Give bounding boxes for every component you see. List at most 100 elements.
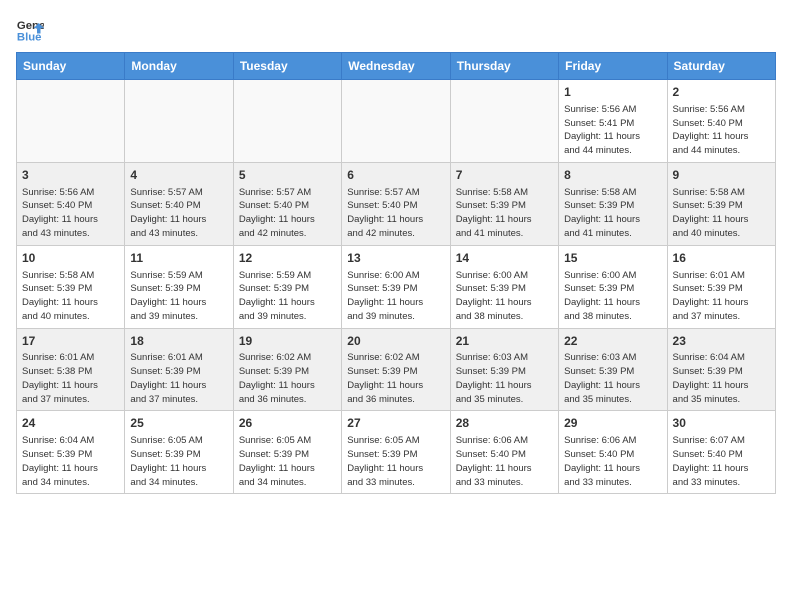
day-number: 7 <box>456 167 553 184</box>
calendar-cell: 19Sunrise: 6:02 AM Sunset: 5:39 PM Dayli… <box>233 328 341 411</box>
day-info: Sunrise: 6:07 AM Sunset: 5:40 PM Dayligh… <box>673 434 770 489</box>
calendar-cell: 20Sunrise: 6:02 AM Sunset: 5:39 PM Dayli… <box>342 328 450 411</box>
calendar-cell: 12 Sunrise: 5:59 AM Sunset: 5:39 PM Dayli… <box>233 245 341 328</box>
day-info: Sunrise: 5:58 AM Sunset: 5:39 PM Dayligh… <box>456 186 553 241</box>
calendar-cell: 25 Sunrise: 6:05 AM Sunset: 5:39 PM Dayli… <box>125 411 233 494</box>
day-info: Sunrise: 5:59 AM Sunset: 5:39 PM Dayligh… <box>239 269 336 324</box>
calendar-cell: 18Sunrise: 6:01 AM Sunset: 5:39 PM Dayli… <box>125 328 233 411</box>
day-number: 25 <box>130 415 227 432</box>
day-info: Sunrise: 6:05 AM Sunset: 5:39 PM Dayligh… <box>239 434 336 489</box>
day-number: 12 <box>239 250 336 267</box>
day-number: 19 <box>239 333 336 350</box>
logo-icon: General Blue <box>16 16 44 44</box>
day-number: 11 <box>130 250 227 267</box>
calendar-cell: 1Sunrise: 5:56 AM Sunset: 5:41 PM Daylig… <box>559 80 667 163</box>
day-number: 3 <box>22 167 119 184</box>
calendar-cell: 17Sunrise: 6:01 AM Sunset: 5:38 PM Dayli… <box>17 328 125 411</box>
calendar-row-5: 24 Sunrise: 6:04 AM Sunset: 5:39 PM Dayli… <box>17 411 776 494</box>
day-info: Sunrise: 5:59 AM Sunset: 5:39 PM Dayligh… <box>130 269 227 324</box>
day-info: Sunrise: 5:57 AM Sunset: 5:40 PM Dayligh… <box>130 186 227 241</box>
day-number: 20 <box>347 333 444 350</box>
day-number: 9 <box>673 167 770 184</box>
day-info: Sunrise: 5:57 AM Sunset: 5:40 PM Dayligh… <box>239 186 336 241</box>
calendar-cell: 13 Sunrise: 6:00 AM Sunset: 5:39 PM Dayli… <box>342 245 450 328</box>
day-number: 17 <box>22 333 119 350</box>
day-info: Sunrise: 6:05 AM Sunset: 5:39 PM Dayligh… <box>130 434 227 489</box>
day-info: Sunrise: 5:58 AM Sunset: 5:39 PM Dayligh… <box>564 186 661 241</box>
day-number: 30 <box>673 415 770 432</box>
calendar-cell: 16Sunrise: 6:01 AM Sunset: 5:39 PM Dayli… <box>667 245 775 328</box>
day-info: Sunrise: 6:05 AM Sunset: 5:39 PM Dayligh… <box>347 434 444 489</box>
calendar-cell: 7 Sunrise: 5:58 AM Sunset: 5:39 PM Daylig… <box>450 162 558 245</box>
calendar-cell <box>125 80 233 163</box>
day-number: 18 <box>130 333 227 350</box>
day-info: Sunrise: 5:58 AM Sunset: 5:39 PM Dayligh… <box>673 186 770 241</box>
calendar-cell: 29 Sunrise: 6:06 AM Sunset: 5:40 PM Dayli… <box>559 411 667 494</box>
calendar-cell: 28 Sunrise: 6:06 AM Sunset: 5:40 PM Dayli… <box>450 411 558 494</box>
weekday-header-friday: Friday <box>559 53 667 80</box>
weekday-header-tuesday: Tuesday <box>233 53 341 80</box>
day-number: 22 <box>564 333 661 350</box>
day-info: Sunrise: 6:01 AM Sunset: 5:38 PM Dayligh… <box>22 351 119 406</box>
day-info: Sunrise: 5:56 AM Sunset: 5:40 PM Dayligh… <box>673 103 770 158</box>
weekday-header-saturday: Saturday <box>667 53 775 80</box>
calendar-cell: 27 Sunrise: 6:05 AM Sunset: 5:39 PM Dayli… <box>342 411 450 494</box>
calendar-cell: 3 Sunrise: 5:56 AM Sunset: 5:40 PM Daylig… <box>17 162 125 245</box>
calendar-row-4: 17Sunrise: 6:01 AM Sunset: 5:38 PM Dayli… <box>17 328 776 411</box>
day-number: 28 <box>456 415 553 432</box>
calendar-cell: 15 Sunrise: 6:00 AM Sunset: 5:39 PM Dayli… <box>559 245 667 328</box>
calendar-cell: 14Sunrise: 6:00 AM Sunset: 5:39 PM Dayli… <box>450 245 558 328</box>
day-info: Sunrise: 5:57 AM Sunset: 5:40 PM Dayligh… <box>347 186 444 241</box>
day-info: Sunrise: 6:00 AM Sunset: 5:39 PM Dayligh… <box>564 269 661 324</box>
day-info: Sunrise: 6:06 AM Sunset: 5:40 PM Dayligh… <box>564 434 661 489</box>
calendar-cell: 30 Sunrise: 6:07 AM Sunset: 5:40 PM Dayli… <box>667 411 775 494</box>
day-number: 6 <box>347 167 444 184</box>
calendar-cell: 21Sunrise: 6:03 AM Sunset: 5:39 PM Dayli… <box>450 328 558 411</box>
day-number: 21 <box>456 333 553 350</box>
day-number: 13 <box>347 250 444 267</box>
day-number: 8 <box>564 167 661 184</box>
day-info: Sunrise: 6:03 AM Sunset: 5:39 PM Dayligh… <box>564 351 661 406</box>
calendar-cell: 22Sunrise: 6:03 AM Sunset: 5:39 PM Dayli… <box>559 328 667 411</box>
day-info: Sunrise: 6:04 AM Sunset: 5:39 PM Dayligh… <box>22 434 119 489</box>
calendar-cell: 2 Sunrise: 5:56 AM Sunset: 5:40 PM Daylig… <box>667 80 775 163</box>
weekday-header-sunday: Sunday <box>17 53 125 80</box>
day-number: 14 <box>456 250 553 267</box>
calendar-cell: 9 Sunrise: 5:58 AM Sunset: 5:39 PM Daylig… <box>667 162 775 245</box>
calendar-row-1: 1Sunrise: 5:56 AM Sunset: 5:41 PM Daylig… <box>17 80 776 163</box>
page-header: General Blue <box>16 16 776 44</box>
day-number: 15 <box>564 250 661 267</box>
day-info: Sunrise: 6:06 AM Sunset: 5:40 PM Dayligh… <box>456 434 553 489</box>
calendar-cell <box>450 80 558 163</box>
calendar-cell: 26 Sunrise: 6:05 AM Sunset: 5:39 PM Dayli… <box>233 411 341 494</box>
day-number: 26 <box>239 415 336 432</box>
calendar-cell: 5 Sunrise: 5:57 AM Sunset: 5:40 PM Daylig… <box>233 162 341 245</box>
day-info: Sunrise: 6:00 AM Sunset: 5:39 PM Dayligh… <box>347 269 444 324</box>
calendar-cell: 10Sunrise: 5:58 AM Sunset: 5:39 PM Dayli… <box>17 245 125 328</box>
calendar-cell <box>233 80 341 163</box>
day-info: Sunrise: 6:03 AM Sunset: 5:39 PM Dayligh… <box>456 351 553 406</box>
weekday-header-monday: Monday <box>125 53 233 80</box>
day-info: Sunrise: 5:58 AM Sunset: 5:39 PM Dayligh… <box>22 269 119 324</box>
day-info: Sunrise: 5:56 AM Sunset: 5:40 PM Dayligh… <box>22 186 119 241</box>
day-number: 24 <box>22 415 119 432</box>
calendar-row-3: 10Sunrise: 5:58 AM Sunset: 5:39 PM Dayli… <box>17 245 776 328</box>
calendar-cell: 8 Sunrise: 5:58 AM Sunset: 5:39 PM Daylig… <box>559 162 667 245</box>
calendar-cell: 4 Sunrise: 5:57 AM Sunset: 5:40 PM Daylig… <box>125 162 233 245</box>
day-info: Sunrise: 6:01 AM Sunset: 5:39 PM Dayligh… <box>130 351 227 406</box>
day-number: 1 <box>564 84 661 101</box>
calendar-cell: 23Sunrise: 6:04 AM Sunset: 5:39 PM Dayli… <box>667 328 775 411</box>
day-info: Sunrise: 6:02 AM Sunset: 5:39 PM Dayligh… <box>347 351 444 406</box>
calendar-table: SundayMondayTuesdayWednesdayThursdayFrid… <box>16 52 776 494</box>
weekday-header-thursday: Thursday <box>450 53 558 80</box>
day-number: 16 <box>673 250 770 267</box>
day-number: 29 <box>564 415 661 432</box>
day-number: 5 <box>239 167 336 184</box>
logo: General Blue <box>16 16 46 44</box>
day-number: 2 <box>673 84 770 101</box>
calendar-cell <box>342 80 450 163</box>
day-number: 27 <box>347 415 444 432</box>
calendar-cell <box>17 80 125 163</box>
day-number: 4 <box>130 167 227 184</box>
calendar-cell: 11 Sunrise: 5:59 AM Sunset: 5:39 PM Dayli… <box>125 245 233 328</box>
